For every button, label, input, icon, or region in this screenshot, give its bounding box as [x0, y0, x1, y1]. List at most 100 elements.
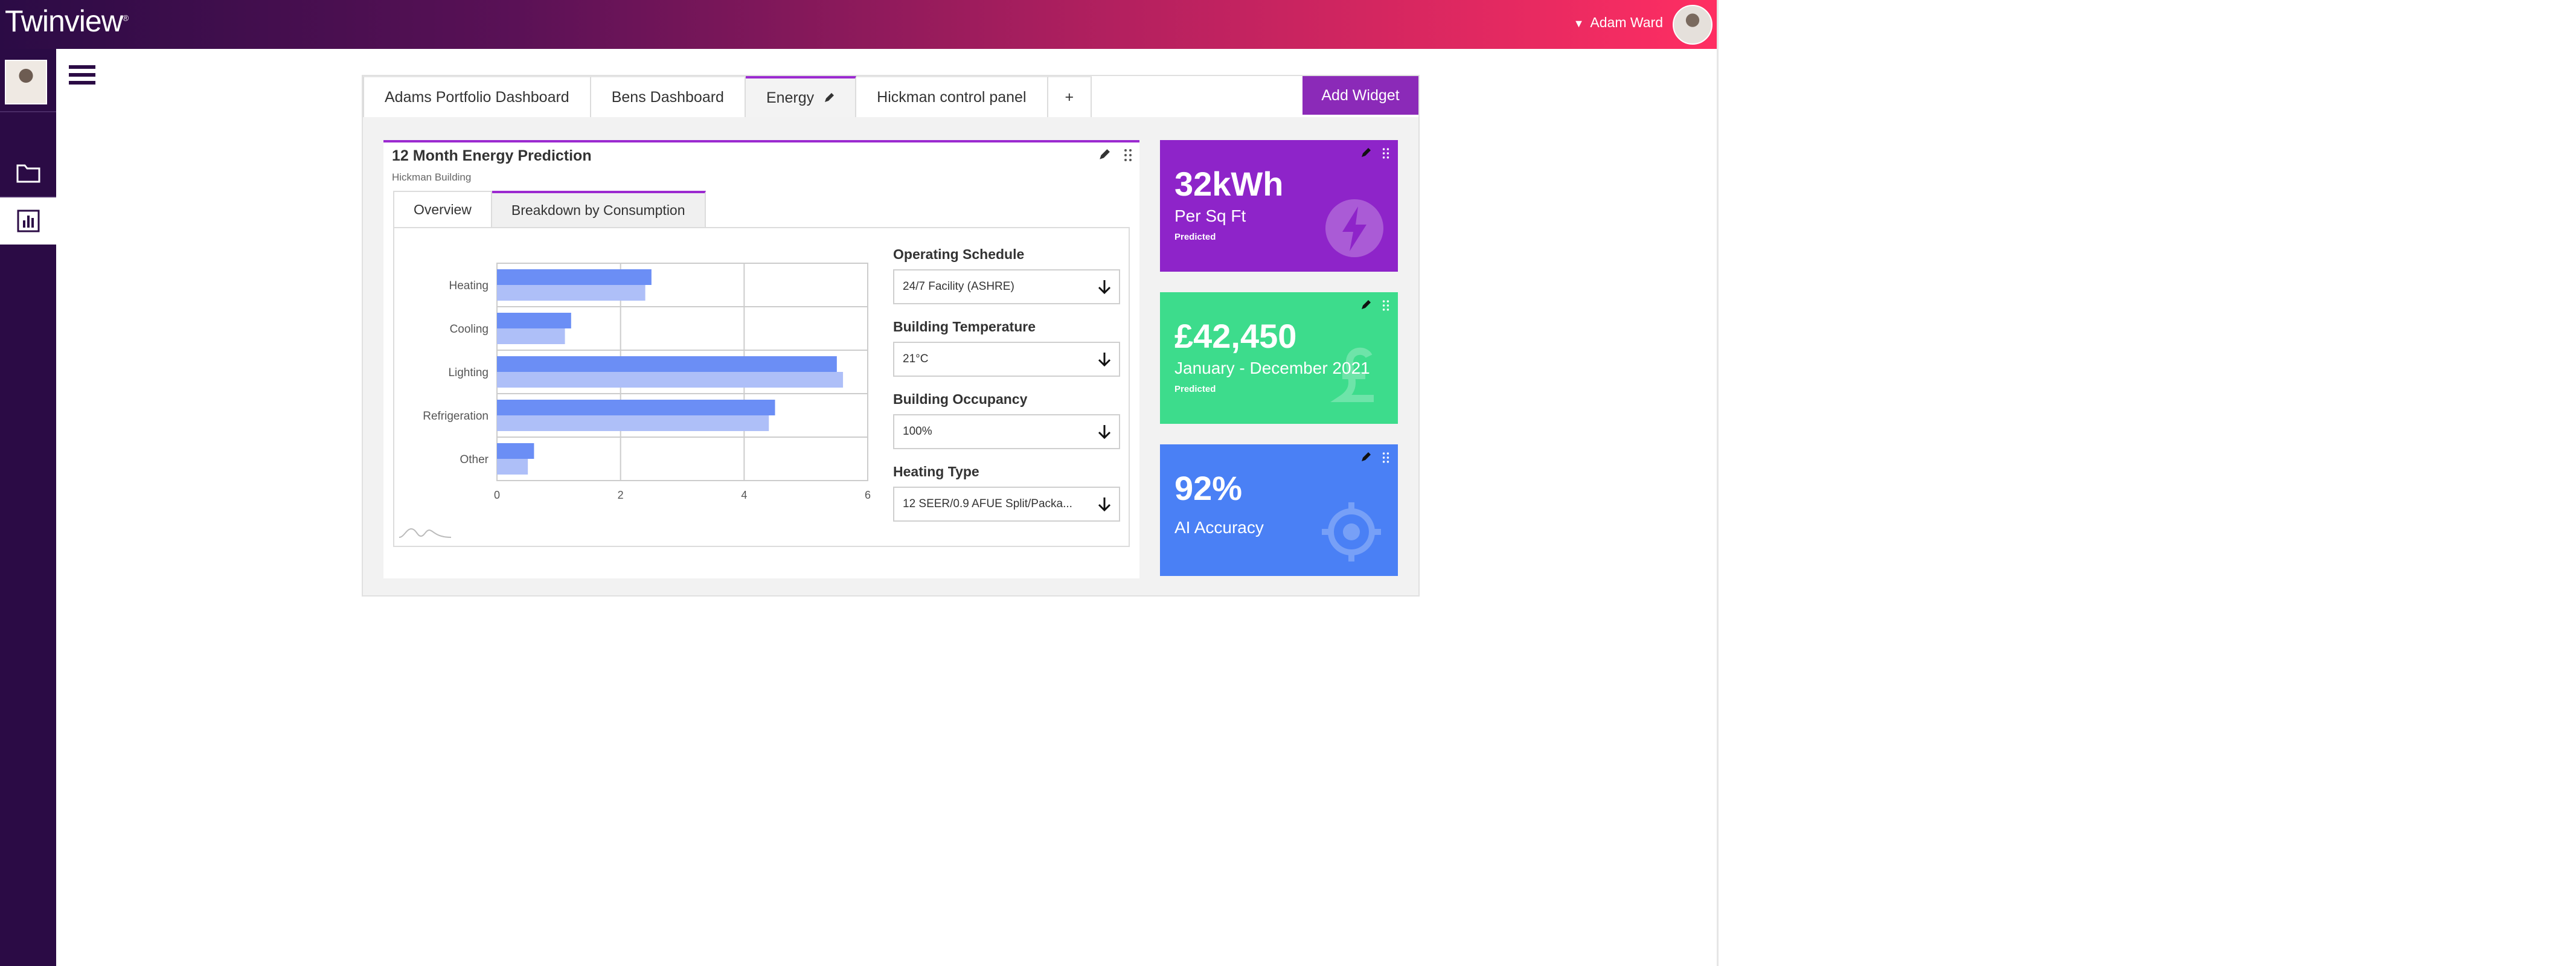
- building-occupancy-value: 100%: [903, 425, 932, 438]
- target-icon: [1322, 502, 1381, 561]
- sidebar-avatar[interactable]: [5, 60, 47, 104]
- lightning-icon: [1325, 199, 1383, 257]
- card-note: Predicted: [1174, 384, 1216, 394]
- card-value: 92%: [1174, 469, 1243, 507]
- add-widget-button[interactable]: Add Widget: [1302, 76, 1418, 115]
- top-header: Twinview® ▼ Adam Ward: [0, 0, 1717, 49]
- building-temperature-label: Building Temperature: [893, 319, 1036, 334]
- energy-per-sqft-card: 32kWh Per Sq Ft Predicted: [1160, 140, 1398, 272]
- sparkline-icon: [399, 528, 452, 538]
- card-tools: [1360, 147, 1389, 159]
- user-menu[interactable]: ▼ Adam Ward: [1574, 14, 1663, 31]
- dashboard-board: Adams Portfolio Dashboard Bens Dashboard…: [362, 75, 1420, 597]
- tab-energy[interactable]: Energy: [745, 76, 857, 117]
- heating-type-select[interactable]: 12 SEER/0.9 AFUE Split/Packa...: [893, 487, 1120, 522]
- drag-handle-icon[interactable]: [1382, 299, 1389, 312]
- bar: [497, 443, 534, 459]
- arrow-down-icon: [1098, 280, 1111, 295]
- edit-icon[interactable]: [824, 92, 835, 103]
- tab-label: +: [1065, 88, 1074, 106]
- tab-label: Hickman control panel: [877, 88, 1027, 106]
- ai-accuracy-card: 92% AI Accuracy: [1160, 444, 1398, 576]
- drag-handle-icon[interactable]: [1382, 452, 1389, 464]
- user-avatar[interactable]: [1673, 5, 1713, 45]
- operating-schedule-label: Operating Schedule: [893, 246, 1025, 262]
- category-label: Heating: [449, 280, 489, 292]
- edit-icon[interactable]: [1360, 452, 1371, 462]
- heating-type-label: Heating Type: [893, 464, 979, 479]
- bar: [497, 328, 565, 344]
- prediction-form: Operating Schedule 24/7 Facility (ASHRE)…: [893, 246, 1120, 536]
- edit-icon[interactable]: [1360, 147, 1371, 158]
- consumption-bar-chart: 0 2 4 6 Heating Cooling Lighting Refrigeration O…: [423, 263, 871, 501]
- x-tick-label: 6: [865, 489, 871, 501]
- widget-inner-tabs: Overview Breakdown by Consumption: [393, 191, 706, 227]
- tab-label: Energy: [766, 89, 815, 106]
- bar: [497, 459, 528, 475]
- widget-title: 12 Month Energy Prediction: [392, 147, 592, 164]
- arrow-down-icon: [1098, 425, 1111, 440]
- board-area: 12 Month Energy Prediction Hickman Build…: [363, 117, 1418, 595]
- sidebar-item-dashboards[interactable]: [0, 197, 56, 245]
- x-tick-label: 0: [494, 489, 500, 501]
- category-label: Refrigeration: [423, 410, 489, 423]
- category-label: Lighting: [448, 366, 489, 379]
- brand-logo[interactable]: Twinview®: [5, 4, 129, 39]
- category-label: Cooling: [450, 323, 489, 336]
- energy-prediction-widget: 12 Month Energy Prediction Hickman Build…: [383, 140, 1139, 578]
- widget-tools: [1098, 149, 1132, 162]
- x-tick-label: 4: [741, 489, 747, 501]
- edit-icon[interactable]: [1360, 299, 1371, 310]
- operating-schedule-select[interactable]: 24/7 Facility (ASHRE): [893, 269, 1120, 304]
- widget-subtitle: Hickman Building: [392, 171, 472, 183]
- breakdown-panel: 0 2 4 6 Heating Cooling Lighting Refrigeration O…: [393, 227, 1130, 547]
- dashboard-tabs: Adams Portfolio Dashboard Bens Dashboard…: [363, 76, 1092, 117]
- building-occupancy-label: Building Occupancy: [893, 391, 1028, 407]
- user-name: Adam Ward: [1590, 14, 1663, 30]
- page-frame-edge: [1717, 0, 1719, 966]
- arrow-down-icon: [1098, 497, 1111, 512]
- tab-breakdown-by-consumption[interactable]: Breakdown by Consumption: [492, 191, 706, 227]
- drag-handle-icon[interactable]: [1382, 147, 1389, 159]
- bar: [497, 415, 769, 431]
- sidebar-divider: [0, 111, 56, 112]
- card-note: Predicted: [1174, 232, 1216, 242]
- bar: [497, 269, 652, 285]
- menu-icon[interactable]: [69, 64, 95, 89]
- bar: [497, 313, 571, 328]
- category-label: Other: [460, 453, 489, 466]
- pound-icon: [1330, 347, 1374, 402]
- building-temperature-select[interactable]: 21°C: [893, 342, 1120, 377]
- tab-overview[interactable]: Overview: [393, 191, 492, 227]
- add-tab-button[interactable]: +: [1048, 76, 1092, 117]
- annual-cost-card: £42,450 January - December 2021 Predicte…: [1160, 292, 1398, 424]
- sidebar-item-files[interactable]: [0, 149, 56, 196]
- operating-schedule-value: 24/7 Facility (ASHRE): [903, 280, 1014, 293]
- caret-down-icon: ▼: [1573, 18, 1584, 30]
- card-caption: AI Accuracy: [1174, 518, 1264, 537]
- bar: [497, 372, 844, 388]
- folder-icon: [16, 164, 40, 183]
- tab-label: Bens Dashboard: [611, 88, 724, 106]
- drag-handle-icon[interactable]: [1124, 149, 1132, 162]
- edit-icon[interactable]: [1098, 149, 1110, 161]
- brand-name: Twinview: [5, 4, 123, 38]
- arrow-down-icon: [1098, 353, 1111, 367]
- x-tick-label: 2: [618, 489, 624, 501]
- bar: [497, 285, 646, 301]
- tab-bens-dashboard[interactable]: Bens Dashboard: [591, 76, 746, 117]
- tab-label: Adams Portfolio Dashboard: [385, 88, 569, 106]
- tab-adams-portfolio[interactable]: Adams Portfolio Dashboard: [363, 76, 591, 117]
- left-sidebar: [0, 49, 56, 966]
- bar: [497, 400, 775, 415]
- heating-type-value: 12 SEER/0.9 AFUE Split/Packa...: [903, 497, 1072, 510]
- building-temperature-value: 21°C: [903, 353, 929, 365]
- tab-hickman-control-panel[interactable]: Hickman control panel: [856, 76, 1048, 117]
- card-caption: Per Sq Ft: [1174, 206, 1246, 225]
- bar: [497, 356, 837, 372]
- building-occupancy-select[interactable]: 100%: [893, 414, 1120, 449]
- card-tools: [1360, 452, 1389, 464]
- card-value: £42,450: [1174, 317, 1297, 355]
- card-value: 32kWh: [1174, 165, 1284, 203]
- bar-chart-icon: [17, 210, 39, 232]
